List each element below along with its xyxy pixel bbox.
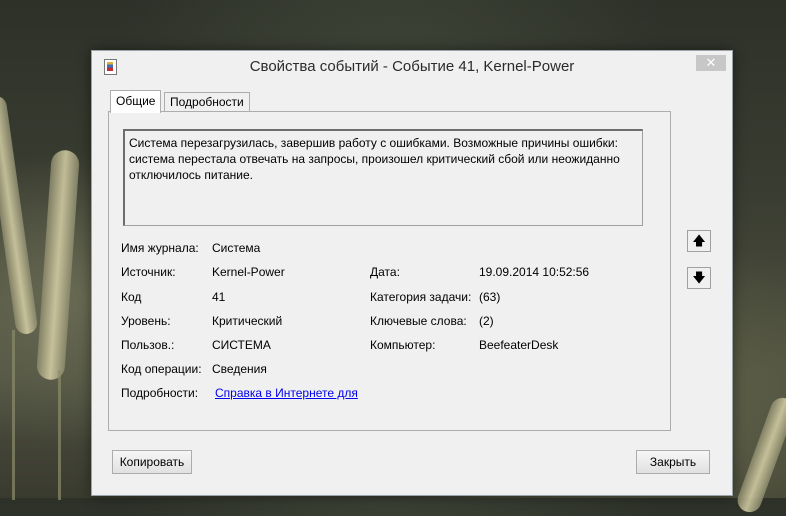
online-help-link[interactable]: Справка в Интернете для	[215, 386, 358, 400]
close-window-button[interactable]: ✕	[696, 55, 726, 71]
tab-general[interactable]: Общие	[110, 90, 162, 113]
event-message[interactable]: Система перезагрузилась, завершив работу…	[123, 129, 643, 226]
tab-details[interactable]: Подробности	[164, 92, 250, 113]
level-value[interactable]: Критический	[212, 314, 282, 328]
grass-stalk-decoration	[0, 94, 39, 336]
event-code-value[interactable]: 41	[212, 290, 225, 304]
log-name-label: Имя журнала:	[121, 241, 199, 255]
grass-stem-decoration	[58, 370, 61, 500]
previous-event-button[interactable]: 🡅	[687, 230, 711, 252]
level-label: Уровень:	[121, 314, 171, 328]
date-value[interactable]: 19.09.2014 10:52:56	[479, 265, 589, 279]
user-value[interactable]: СИСТЕМА	[212, 338, 271, 352]
window-title: Свойства событий - Событие 41, Kernel-Po…	[249, 58, 575, 75]
log-name-value[interactable]: Система	[212, 241, 260, 255]
source-value[interactable]: Kernel-Power	[212, 265, 285, 279]
title-bar[interactable]: Свойства событий - Событие 41, Kernel-Po…	[92, 51, 732, 81]
user-label: Пользов.:	[121, 338, 175, 352]
computer-label: Компьютер:	[370, 338, 436, 352]
close-button[interactable]: Закрыть	[636, 450, 710, 474]
arrow-down-icon: 🡇	[692, 270, 706, 285]
copy-button[interactable]: Копировать	[112, 450, 192, 474]
computer-value[interactable]: BeefeaterDesk	[479, 338, 558, 352]
task-category-value[interactable]: (63)	[479, 290, 500, 304]
details-label: Подробности:	[121, 386, 199, 400]
event-properties-dialog: Свойства событий - Событие 41, Kernel-Po…	[91, 50, 733, 496]
opcode-label: Код операции:	[121, 362, 202, 376]
opcode-value[interactable]: Сведения	[212, 362, 267, 376]
event-code-label: Код	[121, 290, 142, 304]
task-category-label: Категория задачи:	[370, 290, 472, 304]
source-label: Источник:	[121, 265, 176, 279]
keywords-value[interactable]: (2)	[479, 314, 494, 328]
arrow-up-icon: 🡅	[692, 233, 706, 248]
grass-stalk-decoration	[36, 149, 80, 381]
general-tab-panel: Система перезагрузилась, завершив работу…	[108, 111, 671, 431]
keywords-label: Ключевые слова:	[370, 314, 467, 328]
grass-stalk-decoration	[734, 394, 786, 516]
next-event-button[interactable]: 🡇	[687, 267, 711, 289]
grass-stem-decoration	[12, 330, 15, 500]
date-label: Дата:	[370, 265, 400, 279]
